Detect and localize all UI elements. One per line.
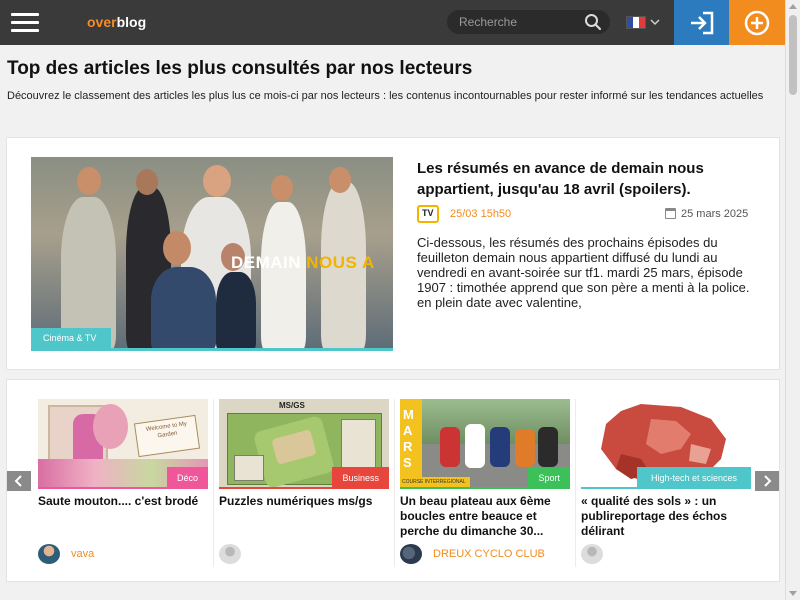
plus-circle-icon — [744, 10, 770, 35]
article-card[interactable]: MS/GS Business Puzzles numériques ms/gs — [219, 399, 389, 569]
banner-word-1: DEMAIN — [231, 253, 307, 272]
featured-excerpt: Ci-dessous, les résumés des prochains ép… — [417, 235, 750, 310]
scroll-down-icon[interactable] — [789, 591, 797, 596]
card-image-caption: COURSE INTERREGIONAL — [400, 477, 470, 487]
article-card[interactable]: MARS COURSE INTERREGIONAL Sport Un beau … — [400, 399, 570, 569]
card-title[interactable]: Un beau plateau aux 6ème boucles entre b… — [400, 494, 568, 539]
avatar — [400, 544, 422, 564]
card-title[interactable]: Saute mouton.... c'est brodé — [38, 494, 206, 509]
tv-source-icon[interactable]: TV — [417, 205, 439, 223]
card-image-caption: MS/GS — [279, 401, 305, 410]
featured-meta: TV 25/03 15h50 25 mars 2025 — [417, 205, 757, 223]
carousel-next-button[interactable] — [755, 471, 779, 491]
author-name[interactable]: vava — [71, 548, 94, 560]
card-image: MS/GS Business — [219, 399, 389, 489]
search-input[interactable] — [459, 13, 579, 31]
featured-date: 25 mars 2025 — [681, 208, 749, 220]
top-navbar: overblog — [0, 0, 785, 45]
category-tag[interactable]: Cinéma & TV — [31, 328, 111, 348]
chevron-left-icon — [14, 475, 22, 487]
card-image: MARS COURSE INTERREGIONAL Sport — [400, 399, 570, 489]
overblog-logo[interactable]: overblog — [87, 14, 146, 30]
card-image: Welcome to My Garden Déco — [38, 399, 208, 489]
french-flag-icon — [626, 16, 646, 29]
banner-word-2: NOUS A — [306, 253, 375, 272]
featured-title[interactable]: Les résumés en avance de demain nous app… — [417, 158, 767, 200]
scroll-thumb[interactable] — [789, 15, 797, 95]
category-tag[interactable]: Sport — [528, 467, 570, 489]
featured-time[interactable]: 25/03 15h50 — [450, 208, 511, 220]
create-blog-button[interactable] — [729, 0, 785, 45]
logo-blog: blog — [116, 14, 147, 30]
page-title: Top des articles les plus consultés par … — [7, 58, 473, 79]
article-card[interactable]: High-tech et sciences « qualité des sols… — [581, 399, 751, 569]
article-card[interactable]: Welcome to My Garden Déco Saute mouton..… — [38, 399, 208, 569]
card-image-side-text: MARS — [403, 407, 414, 470]
category-tag[interactable]: High-tech et sciences — [636, 467, 751, 489]
login-icon — [690, 11, 713, 34]
scroll-up-icon[interactable] — [789, 4, 797, 9]
featured-image[interactable]: DEMAIN NOUS A Cinéma & TV — [31, 157, 393, 351]
login-button[interactable] — [674, 0, 729, 45]
chevron-right-icon — [764, 475, 772, 487]
page-scrollbar[interactable] — [785, 0, 800, 600]
featured-image-banner: DEMAIN NOUS A — [231, 253, 375, 273]
page-description: Découvrez le classement des articles les… — [7, 90, 764, 102]
category-tag[interactable]: Business — [332, 467, 389, 489]
featured-article: DEMAIN NOUS A Cinéma & TV Les résumés en… — [6, 137, 780, 370]
avatar — [581, 544, 603, 564]
category-tag[interactable]: Déco — [166, 467, 208, 489]
chevron-down-icon — [650, 19, 660, 26]
card-title[interactable]: « qualité des sols » : un publireportage… — [581, 494, 749, 539]
menu-icon[interactable] — [11, 13, 39, 33]
articles-carousel: Welcome to My Garden Déco Saute mouton..… — [6, 379, 780, 582]
search-box — [447, 10, 610, 34]
avatar — [219, 544, 241, 564]
author-name[interactable]: DREUX CYCLO CLUB — [433, 548, 545, 560]
search-icon[interactable] — [584, 13, 602, 31]
carousel-prev-button[interactable] — [7, 471, 31, 491]
logo-over: over — [87, 14, 117, 30]
calendar-icon — [665, 208, 676, 219]
tv-source-label: TV — [422, 208, 434, 218]
card-title[interactable]: Puzzles numériques ms/gs — [219, 494, 387, 509]
language-selector[interactable] — [626, 16, 662, 30]
card-image: High-tech et sciences — [581, 399, 751, 489]
avatar — [38, 544, 60, 564]
